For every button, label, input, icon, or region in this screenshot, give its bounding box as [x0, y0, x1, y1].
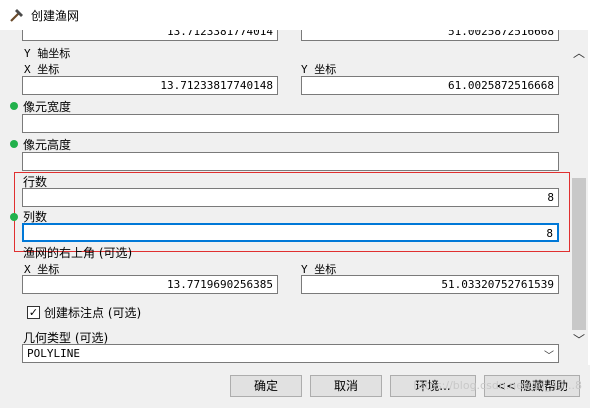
- geometry-type-select[interactable]: POLYLINE ﹀: [22, 344, 559, 363]
- partial-y-field[interactable]: 51.0025872516668: [301, 30, 559, 41]
- scroll-down-icon[interactable]: ﹀: [572, 333, 586, 347]
- partial-x-field[interactable]: 13.7123381774014: [22, 30, 278, 41]
- y-axis-section-label: Y 轴坐标: [24, 47, 71, 60]
- title-bar: 创建渔网: [0, 0, 590, 30]
- tool-form: 13.7123381774014 51.0025872516668 Y 轴坐标 …: [0, 30, 570, 365]
- upper-right-section-label: 渔网的右上角 (可选): [23, 246, 133, 260]
- cell-height-label: 像元高度: [23, 138, 72, 152]
- y-axis-y-field[interactable]: 61.0025872516668: [301, 76, 559, 95]
- geometry-type-value: POLYLINE: [27, 347, 80, 360]
- upper-right-y-field[interactable]: 51.03320752761539: [301, 275, 559, 294]
- hammer-icon: [10, 9, 23, 22]
- cols-field[interactable]: 8: [22, 223, 559, 242]
- vertical-scrollbar[interactable]: ︿ ﹀: [570, 30, 588, 365]
- create-labels-label: 创建标注点 (可选): [44, 306, 142, 320]
- y-axis-x-field[interactable]: 13.71233817740148: [22, 76, 278, 95]
- required-dot-icon: [10, 102, 18, 110]
- rows-field[interactable]: 8: [22, 188, 559, 207]
- hide-help-button[interactable]: << 隐藏帮助: [484, 375, 580, 397]
- button-bar: 确定 取消 环境... << 隐藏帮助 https://blog.csdn.ne…: [0, 365, 590, 408]
- cancel-button[interactable]: 取消: [310, 375, 382, 397]
- cell-height-field[interactable]: [22, 152, 559, 171]
- required-dot-icon: [10, 140, 18, 148]
- y-axis-y-label: Y 坐标: [301, 63, 337, 76]
- cell-width-label: 像元宽度: [23, 100, 72, 114]
- create-labels-checkbox[interactable]: ✓: [27, 306, 40, 319]
- environments-button[interactable]: 环境...: [390, 375, 476, 397]
- chevron-down-icon: ﹀: [544, 351, 554, 362]
- cell-width-field[interactable]: [22, 114, 559, 133]
- upper-right-x-field[interactable]: 13.7719690256385: [22, 275, 278, 294]
- y-axis-x-label: X 坐标: [24, 63, 60, 76]
- scroll-up-icon[interactable]: ︿: [572, 46, 586, 60]
- scrollbar-thumb[interactable]: [572, 178, 586, 330]
- ok-button[interactable]: 确定: [230, 375, 302, 397]
- required-dot-icon: [10, 213, 18, 221]
- window-title: 创建渔网: [31, 9, 80, 23]
